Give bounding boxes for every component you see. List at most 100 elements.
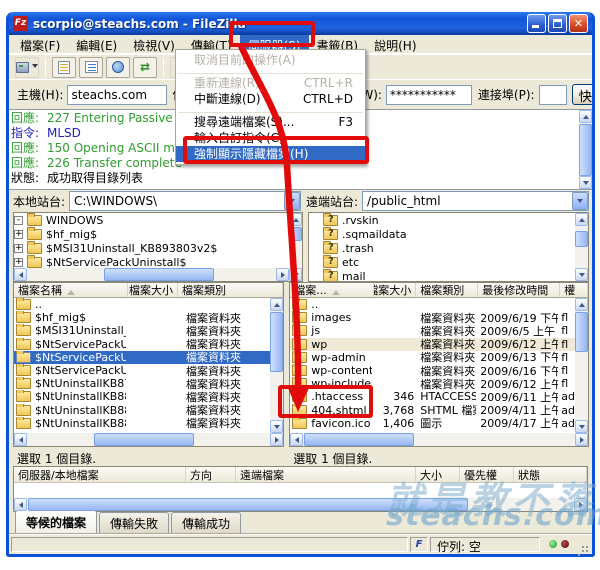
title-bar[interactable]: Fz scorpio@steachs.com - FileZilla ✕	[9, 12, 592, 35]
tree-expander[interactable]: +	[14, 230, 23, 239]
scrollbar-thumb[interactable]	[104, 268, 214, 281]
menubar-item[interactable]: 說明(H)	[366, 35, 424, 53]
column-header-type[interactable]: 檔案類別	[416, 283, 478, 297]
column-header-size[interactable]: 檔案大小	[128, 283, 178, 297]
minimize-button[interactable]	[527, 14, 546, 33]
tree-expander[interactable]: +	[14, 244, 23, 253]
scroll-down-button[interactable]	[575, 420, 588, 433]
port-input[interactable]	[539, 85, 567, 105]
scroll-left-button[interactable]	[14, 268, 27, 281]
scrollbar-thumb[interactable]	[579, 124, 592, 176]
toggle-queue-button[interactable]: ⇄	[133, 57, 157, 78]
scrollbar-thumb[interactable]	[94, 433, 194, 446]
toggle-log-button[interactable]	[52, 57, 76, 78]
folder-icon	[292, 405, 307, 416]
remote-site-combo[interactable]: /public_html	[362, 191, 589, 211]
toggle-local-tree-button[interactable]	[79, 57, 103, 78]
queue-col-status[interactable]: 狀態	[514, 467, 587, 482]
scroll-left-button[interactable]	[14, 498, 27, 511]
scroll-up-button[interactable]	[270, 298, 283, 311]
scrollbar-thumb[interactable]	[28, 498, 468, 511]
folder-icon	[292, 312, 307, 323]
column-header-permissions[interactable]: 權	[560, 283, 588, 297]
quickconnect-button[interactable]: 快速連線	[572, 84, 592, 105]
toggle-remote-tree-button[interactable]	[106, 57, 130, 78]
column-header-name[interactable]: 檔案名稱	[14, 283, 128, 297]
scroll-left-button[interactable]	[14, 433, 27, 446]
queue-hscrollbar[interactable]	[14, 498, 587, 511]
scrollbar-thumb[interactable]	[304, 433, 414, 446]
column-header-size[interactable]: 檔案大小	[374, 283, 416, 297]
local-site-combo[interactable]: C:\WINDOWS\	[69, 191, 301, 211]
site-manager-button[interactable]	[15, 57, 39, 78]
combo-dropdown-button[interactable]	[572, 192, 588, 210]
column-header-modified[interactable]: 最後修改時間	[478, 283, 560, 297]
scroll-down-button[interactable]	[579, 176, 592, 189]
queue-col-local[interactable]: 伺服器/本地檔案	[14, 467, 186, 482]
scrollbar-thumb[interactable]	[289, 227, 302, 241]
local-list-hscrollbar[interactable]	[14, 433, 283, 446]
remote-list-hscrollbar[interactable]	[290, 433, 588, 446]
remote-list-vscrollbar[interactable]	[575, 298, 588, 433]
tree-row[interactable]: .rvskin	[309, 213, 575, 227]
tree-expander[interactable]: -	[14, 216, 23, 225]
menu-item[interactable]: 輸入自訂指令(C)	[176, 130, 365, 146]
tree-row[interactable]: + $hf_mig$	[14, 227, 289, 241]
menubar-item[interactable]: 編輯(E)	[68, 35, 125, 53]
tree-row[interactable]: etc	[309, 255, 575, 269]
scroll-right-button[interactable]	[276, 268, 289, 281]
scrollbar-thumb[interactable]	[575, 312, 588, 352]
table-row[interactable]: $NtUninstallKB88... 檔案資料夾	[14, 417, 270, 430]
scrollbar-thumb[interactable]	[575, 231, 588, 247]
menu-item[interactable]: 強制顯示隱藏檔案(H)	[176, 146, 365, 162]
tree-row[interactable]: - WINDOWS	[14, 213, 289, 227]
scroll-right-button[interactable]	[575, 433, 588, 446]
password-input[interactable]	[386, 85, 472, 105]
tree-row[interactable]: .trash	[309, 241, 575, 255]
scrollbar-thumb[interactable]	[270, 312, 283, 372]
scroll-up-button[interactable]	[575, 213, 588, 226]
scroll-up-button[interactable]	[289, 213, 302, 226]
queue-col-priority[interactable]: 優先權	[460, 467, 514, 482]
scroll-right-button[interactable]	[574, 498, 587, 511]
queue-tab[interactable]: 傳輸成功	[171, 512, 241, 534]
tree-expander[interactable]: +	[14, 258, 23, 267]
tree-row[interactable]: + $NtServicePackUninstall$	[14, 255, 289, 268]
combo-dropdown-button[interactable]	[284, 192, 300, 210]
folder-icon	[16, 405, 31, 416]
scroll-up-button[interactable]	[579, 110, 592, 123]
local-list-vscrollbar[interactable]	[270, 298, 283, 433]
local-tree-vscrollbar[interactable]	[289, 213, 302, 281]
scroll-down-button[interactable]	[289, 268, 302, 281]
menu-item[interactable]	[178, 108, 363, 113]
queue-col-remote[interactable]: 遠端檔案	[236, 467, 416, 482]
scroll-up-button[interactable]	[575, 298, 588, 311]
scroll-down-button[interactable]	[270, 420, 283, 433]
column-header-type[interactable]: 檔案類別	[178, 283, 283, 297]
queue-tab[interactable]: 傳輸失敗	[99, 512, 169, 534]
queue-col-direction[interactable]: 方向	[186, 467, 236, 482]
menu-item[interactable]: 取消目前的操作(A)	[176, 52, 365, 68]
table-row[interactable]: favicon.ico 1,406 圖示 2009/4/17 上午 ... ad	[290, 417, 575, 430]
tree-row[interactable]: .sqmaildata	[309, 227, 575, 241]
menubar-item[interactable]: 檔案(F)	[12, 35, 68, 53]
menu-item[interactable]: 重新連線(R) CTRL+R	[176, 75, 365, 91]
column-header-name[interactable]: 檔案...	[290, 283, 374, 297]
scroll-down-button[interactable]	[575, 268, 588, 281]
menu-item[interactable]	[178, 69, 363, 74]
menu-item[interactable]: 中斷連線(D) CTRL+D	[176, 91, 365, 107]
local-tree-hscrollbar[interactable]	[14, 268, 289, 281]
tree-row[interactable]: mail	[309, 269, 575, 281]
remote-tree-vscrollbar[interactable]	[575, 213, 588, 281]
menu-item[interactable]: 搜尋遠端檔案(S)... F3	[176, 114, 365, 130]
queue-col-size[interactable]: 大小	[416, 467, 460, 482]
close-button[interactable]: ✕	[569, 14, 588, 33]
host-input[interactable]	[67, 85, 167, 105]
log-scrollbar[interactable]	[579, 110, 592, 189]
resize-grip[interactable]	[578, 538, 590, 550]
scroll-right-button[interactable]	[270, 433, 283, 446]
tree-row[interactable]: + $MSI31Uninstall_KB893803v2$	[14, 241, 289, 255]
queue-tab[interactable]: 等候的檔案	[15, 510, 97, 534]
scroll-left-button[interactable]	[290, 433, 303, 446]
maximize-button[interactable]	[548, 14, 567, 33]
